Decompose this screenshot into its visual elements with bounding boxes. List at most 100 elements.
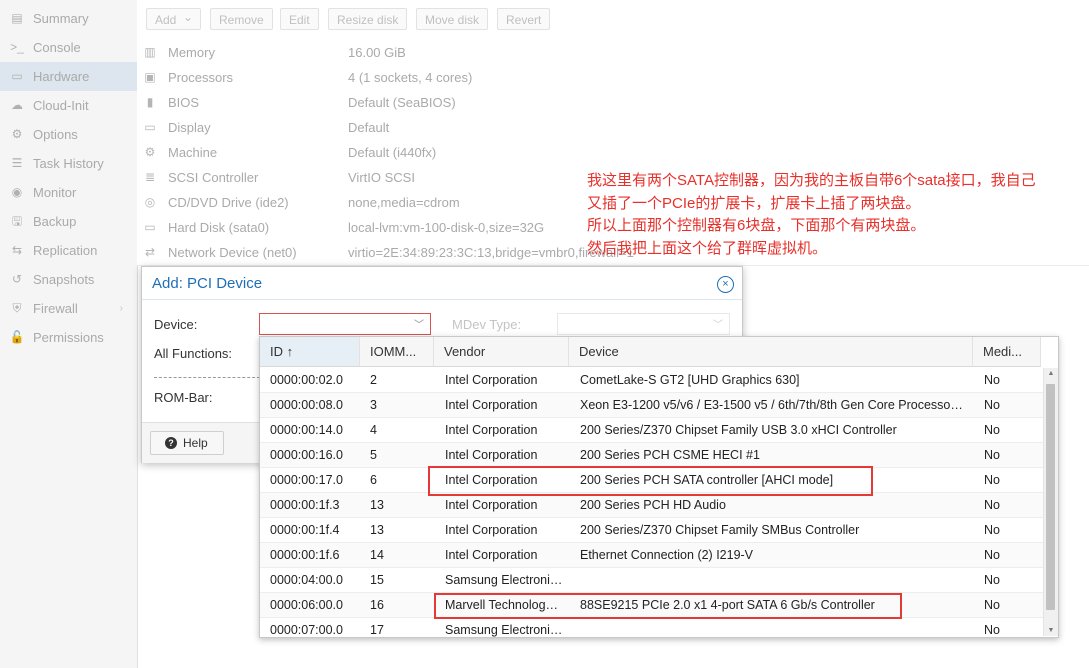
table-row[interactable]: 0000:00:16.0 5 Intel Corporation 200 Series… xyxy=(260,443,1043,468)
sidebar-item-permissions[interactable]: 🔓 Permissions xyxy=(0,323,137,352)
device-dropdown-grid: ID ↑ IOMM... Vendor Device Medi... 0000:00:0… xyxy=(259,336,1059,638)
desktop-icon: ▭ xyxy=(144,120,156,134)
table-cell-device: 200 Series/Z370 Chipset Family USB 3.0 x… xyxy=(580,423,897,437)
chevron-right-icon: › xyxy=(119,303,123,314)
help-button-label: Help xyxy=(183,436,208,450)
scrollbar-thumb[interactable] xyxy=(1046,384,1055,610)
sidebar-item-cloud-init[interactable]: ☁ Cloud-Init xyxy=(0,91,137,120)
hardware-row[interactable]: ▮ BIOS Default (SeaBIOS) xyxy=(137,90,1089,116)
list-icon: ☰ xyxy=(11,156,23,170)
table-cell-mdev: No xyxy=(984,573,1000,587)
sidebar-item-label: Summary xyxy=(33,11,89,26)
hardware-value: 4 (1 sockets, 4 cores) xyxy=(348,70,473,85)
sidebar-item-task-history[interactable]: ☰ Task History xyxy=(0,149,137,178)
sidebar-item-options[interactable]: ⚙ Options xyxy=(0,120,137,149)
table-row[interactable]: 0000:00:1f.4 13 Intel Corporation 200 Serie… xyxy=(260,518,1043,543)
table-cell-device: 88SE9215 PCIe 2.0 x1 4-port SATA 6 Gb/s … xyxy=(580,598,875,612)
hardware-key: Display xyxy=(168,120,211,135)
sidebar-item-label: Hardware xyxy=(33,69,90,84)
column-header[interactable]: ID ↑ xyxy=(260,337,360,367)
history-icon: ↺ xyxy=(11,272,23,286)
scroll-down-icon[interactable]: ▼ xyxy=(1044,627,1058,634)
sidebar-item-firewall[interactable]: ⛨ Firewall › xyxy=(0,294,137,323)
sidebar-item-monitor[interactable]: ◉ Monitor xyxy=(0,178,137,207)
table-row[interactable]: 0000:00:02.0 2 Intel Corporation CometLake-… xyxy=(260,368,1043,393)
table-row[interactable]: 0000:07:00.0 17 Samsung Electronics Co Ltd… xyxy=(260,618,1043,637)
table-row[interactable]: 0000:00:1f.3 13 Intel Corporation 200 Serie… xyxy=(260,493,1043,518)
annotation-line: 又插了一个PCIe的扩展卡，扩展卡上插了两块盘。 xyxy=(587,194,921,212)
table-row[interactable]: 0000:06:00.0 16 Marvell Technology Group L… xyxy=(260,593,1043,618)
sidebar-item-label: Replication xyxy=(33,243,98,258)
all-functions-label: All Functions: xyxy=(154,346,233,361)
mdev-type-select[interactable]: ﹀ xyxy=(557,313,730,335)
table-cell-device: Xeon E3-1200 v5/v6 / E3-1500 v5 / 6th/7t… xyxy=(580,398,964,412)
column-header[interactable]: Device xyxy=(569,337,973,367)
table-cell-vendor: Samsung Electronics Co Ltd xyxy=(445,573,563,587)
table-cell-mdev: No xyxy=(984,423,1000,437)
table-row[interactable]: 0000:00:1f.6 14 Intel Corporation Ethernet … xyxy=(260,543,1043,568)
table-row[interactable]: 0000:00:17.0 6 Intel Corporation 200 Series… xyxy=(260,468,1043,493)
table-row[interactable]: 0000:00:08.0 3 Intel Corporation Xeon E3-12… xyxy=(260,393,1043,418)
table-cell-mdev: No xyxy=(984,398,1000,412)
sidebar-item-console[interactable]: >_ Console xyxy=(0,33,137,62)
hardware-row[interactable]: ⚙ Machine Default (i440fx) xyxy=(137,140,1089,166)
move-disk-button[interactable]: Move disk xyxy=(416,8,489,30)
hardware-row[interactable]: ▣ Processors 4 (1 sockets, 4 cores) xyxy=(137,65,1089,91)
help-button[interactable]: ? Help xyxy=(150,431,224,455)
table-cell-iommu: 3 xyxy=(370,398,377,412)
table-cell-id: 0000:00:1f.6 xyxy=(270,548,340,562)
table-cell-id: 0000:00:1f.4 xyxy=(270,523,340,537)
table-cell-vendor: Samsung Electronics Co Ltd xyxy=(445,623,563,637)
cloud-icon: ☁ xyxy=(11,98,23,112)
remove-button[interactable]: Remove xyxy=(210,8,273,30)
sidebar-item-hardware[interactable]: ▭ Hardware xyxy=(0,62,137,91)
hardware-value: 16.00 GiB xyxy=(348,45,406,60)
table-row[interactable]: 0000:04:00.0 15 Samsung Electronics Co Ltd… xyxy=(260,568,1043,593)
device-select[interactable]: ﹀ xyxy=(259,313,431,335)
device-label: Device: xyxy=(154,317,198,332)
database-icon: ≣ xyxy=(144,170,156,184)
add-button[interactable]: Add ⌄ xyxy=(146,8,201,30)
edit-button[interactable]: Edit xyxy=(280,8,319,30)
sidebar-item-label: Console xyxy=(33,40,81,55)
table-cell-mdev: No xyxy=(984,598,1000,612)
column-header[interactable]: Vendor xyxy=(434,337,569,367)
sidebar-item-label: Options xyxy=(33,127,78,142)
table-cell-iommu: 16 xyxy=(370,598,384,612)
exchange-icon: ⇄ xyxy=(144,245,156,259)
table-cell-iommu: 13 xyxy=(370,523,384,537)
hardware-key: Hard Disk (sata0) xyxy=(168,220,270,235)
chevron-down-icon: ﹀ xyxy=(713,320,723,331)
table-cell-mdev: No xyxy=(984,623,1000,637)
sidebar-item-replication[interactable]: ⇆ Replication xyxy=(0,236,137,265)
hardware-key: CD/DVD Drive (ide2) xyxy=(168,195,289,210)
sidebar-item-summary[interactable]: ▤ Summary xyxy=(0,4,137,33)
chevron-down-icon: ⌄ xyxy=(182,10,193,24)
floppy-icon: 🖫 xyxy=(11,214,23,228)
table-cell-vendor: Intel Corporation xyxy=(445,498,538,512)
scroll-up-icon[interactable]: ▲ xyxy=(1044,370,1058,377)
table-cell-id: 0000:04:00.0 xyxy=(270,573,343,587)
hardware-row[interactable]: ▥ Memory 16.00 GiB xyxy=(137,40,1089,66)
column-header[interactable]: IOMM... xyxy=(360,337,434,367)
hardware-key: Machine xyxy=(168,145,218,160)
sidebar-item-label: Backup xyxy=(33,214,77,229)
vertical-scrollbar[interactable]: ▲ ▼ xyxy=(1043,368,1058,636)
table-cell-device: Ethernet Connection (2) I219-V xyxy=(580,548,754,562)
annotation-line: 然后我把上面这个给了群晖虚拟机。 xyxy=(587,239,828,257)
resize-disk-button[interactable]: Resize disk xyxy=(328,8,408,30)
revert-button[interactable]: Revert xyxy=(497,8,551,30)
table-row[interactable]: 0000:00:14.0 4 Intel Corporation 200 Series… xyxy=(260,418,1043,443)
close-icon[interactable]: × xyxy=(717,276,734,293)
sidebar-item-snapshots[interactable]: ↺ Snapshots xyxy=(0,265,137,294)
sidebar-item-backup[interactable]: 🖫 Backup xyxy=(0,207,137,236)
column-header[interactable]: Medi... xyxy=(973,337,1041,367)
sidebar: ▤ Summary >_ Console ▭ Hardware ☁ Cloud-Init ⚙ Op… xyxy=(0,0,138,668)
annotation-line: 我这里有两个SATA控制器，因为我的主板自带6个sata接口，我自己 xyxy=(587,172,1036,189)
hardware-row[interactable]: ▭ Display Default xyxy=(137,115,1089,141)
table-cell-vendor: Intel Corporation xyxy=(445,423,538,437)
table-cell-iommu: 14 xyxy=(370,548,384,562)
table-cell-device: CometLake-S GT2 [UHD Graphics 630] xyxy=(580,373,800,387)
shield-icon: ⛨ xyxy=(12,301,22,315)
dialog-header-divider xyxy=(142,299,742,300)
